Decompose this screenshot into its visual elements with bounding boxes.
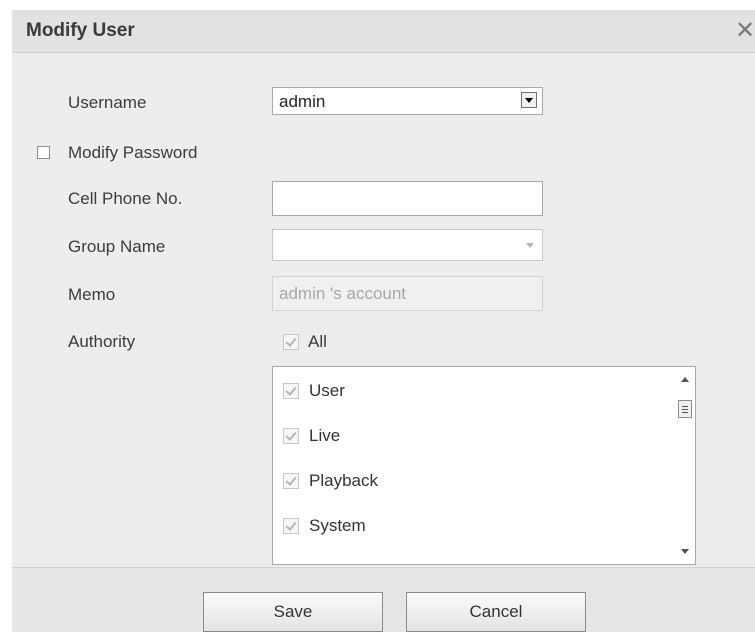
modify-password-label[interactable]: Modify Password bbox=[68, 143, 197, 163]
permission-checkbox-live[interactable] bbox=[283, 428, 299, 444]
cancel-button[interactable]: Cancel bbox=[406, 592, 586, 632]
close-icon[interactable]: ✕ bbox=[735, 19, 755, 43]
username-select[interactable]: admin bbox=[272, 87, 543, 115]
permission-label-user: User bbox=[309, 381, 345, 400]
scroll-thumb[interactable] bbox=[678, 400, 692, 418]
all-label[interactable]: All bbox=[308, 332, 327, 352]
username-label: Username bbox=[68, 93, 147, 112]
permission-label-live: Live bbox=[309, 426, 341, 445]
group-name-label: Group Name bbox=[68, 237, 166, 256]
modify-password-checkbox[interactable] bbox=[37, 146, 50, 159]
all-checkbox[interactable] bbox=[283, 334, 299, 350]
memo-label: Memo bbox=[68, 285, 116, 304]
save-button[interactable]: Save bbox=[203, 592, 383, 632]
memo-field: admin 's account bbox=[272, 276, 543, 311]
scroll-down-icon[interactable] bbox=[681, 549, 689, 554]
username-value: admin bbox=[279, 92, 326, 111]
authority-label: Authority bbox=[68, 332, 136, 351]
scroll-up-icon[interactable] bbox=[681, 377, 689, 382]
permission-checkbox-user[interactable] bbox=[283, 383, 299, 399]
dialog-footer: Save Cancel bbox=[12, 567, 755, 632]
permission-label-playback: Playback bbox=[309, 471, 378, 490]
cell-phone-input[interactable] bbox=[272, 181, 543, 216]
memo-value: admin 's account bbox=[279, 284, 407, 303]
dialog-titlebar: Modify User ✕ bbox=[12, 10, 755, 53]
cell-phone-label: Cell Phone No. bbox=[68, 189, 183, 208]
permissions-scrollbar[interactable] bbox=[675, 367, 695, 564]
chevron-down-icon[interactable] bbox=[521, 92, 537, 108]
group-name-select[interactable] bbox=[272, 229, 543, 261]
permission-checkbox-system[interactable] bbox=[283, 518, 299, 534]
chevron-down-icon[interactable] bbox=[523, 238, 539, 254]
modify-user-dialog: Modify User ✕ Username admin Modify Pass… bbox=[12, 10, 755, 632]
permission-checkbox-playback[interactable] bbox=[283, 473, 299, 489]
dialog-title: Modify User bbox=[26, 20, 135, 41]
permission-label-system: System bbox=[309, 516, 366, 535]
permissions-list[interactable]: User Live Playback System bbox=[272, 366, 696, 565]
